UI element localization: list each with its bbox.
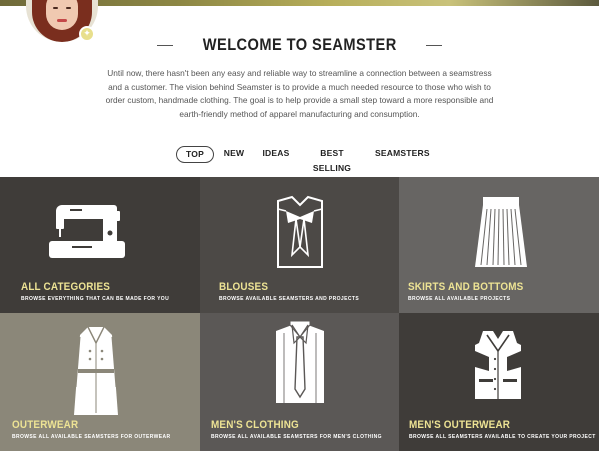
- category-tile-mens-clothing[interactable]: MEN'S CLOTHING BROWSE ALL AVAILABLE SEAM…: [200, 313, 399, 451]
- heading-rule-right: [426, 44, 443, 46]
- category-tile-skirts-and-bottoms[interactable]: SKIRTS AND BOTTOMS BROWSE ALL AVAILABLE …: [399, 177, 599, 313]
- category-title: BLOUSES: [219, 281, 269, 293]
- category-subtitle: BROWSE ALL AVAILABLE SEAMSTERS FOR OUTER…: [12, 434, 171, 440]
- category-subtitle: BROWSE AVAILABLE SEAMSTERS AND PROJECTS: [219, 296, 360, 302]
- intro-paragraph: Until now, there hasn't been any easy an…: [105, 68, 494, 119]
- tab-ideas[interactable]: IDEAS: [262, 146, 290, 163]
- blouse-icon: [277, 195, 323, 268]
- tab-seamsters[interactable]: SEAMSTERS: [375, 146, 430, 163]
- vest-icon: [475, 331, 521, 399]
- category-subtitle: BROWSE EVERYTHING THAT CAN BE MADE FOR Y…: [21, 296, 170, 302]
- category-subtitle: BROWSE ALL AVAILABLE PROJECTS: [408, 296, 511, 302]
- filter-tabs: TOP NEW IDEAS BEST SELLING SEAMSTERS: [0, 146, 599, 173]
- category-title: ALL CATEGORIES: [21, 281, 111, 293]
- skirt-icon: [475, 197, 527, 267]
- tab-best-selling[interactable]: BEST SELLING: [307, 146, 357, 173]
- heading-rule-left: [156, 44, 173, 46]
- category-grid: ALL CATEGORIES BROWSE EVERYTHING THAT CA…: [0, 177, 599, 451]
- category-tile-outerwear[interactable]: OUTERWEAR BROWSE ALL AVAILABLE SEAMSTERS…: [0, 313, 200, 451]
- tab-top[interactable]: TOP: [176, 146, 214, 163]
- category-subtitle: BROWSE ALL AVAILABLE SEAMSTERS FOR MEN'S…: [211, 434, 382, 440]
- trench-coat-icon: [74, 326, 118, 415]
- category-title: MEN'S OUTERWEAR: [409, 419, 511, 431]
- category-tile-blouses[interactable]: BLOUSES BROWSE AVAILABLE SEAMSTERS AND P…: [200, 177, 399, 313]
- page-heading: WELCOME TO SEAMSTER: [0, 35, 599, 55]
- tab-new[interactable]: NEW: [222, 146, 246, 163]
- category-title: OUTERWEAR: [12, 419, 79, 431]
- category-tile-mens-outerwear[interactable]: MEN'S OUTERWEAR BROWSE ALL SEAMSTERS AVA…: [399, 313, 599, 451]
- category-title: MEN'S CLOTHING: [211, 419, 299, 431]
- category-tile-all-categories[interactable]: ALL CATEGORIES BROWSE EVERYTHING THAT CA…: [0, 177, 200, 313]
- sewing-machine-icon: [49, 205, 125, 258]
- shirt-tie-icon: [276, 321, 324, 403]
- page-title: WELCOME TO SEAMSTER: [202, 35, 397, 54]
- category-title: SKIRTS AND BOTTOMS: [408, 281, 524, 293]
- category-subtitle: BROWSE ALL SEAMSTERS AVAILABLE TO CREATE…: [409, 434, 596, 440]
